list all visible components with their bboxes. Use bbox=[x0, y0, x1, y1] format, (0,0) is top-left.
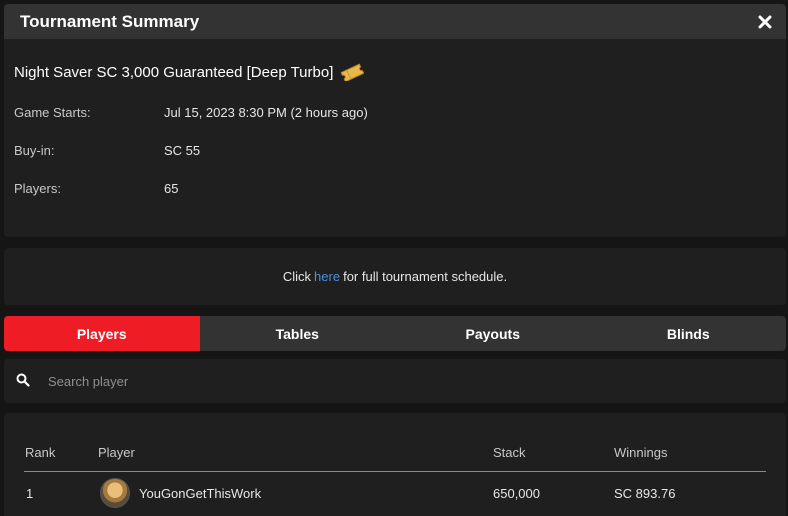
schedule-notice: Click here for full tournament schedule. bbox=[4, 248, 786, 305]
column-stack[interactable]: Stack bbox=[493, 445, 526, 460]
buy-in-label: Buy-in: bbox=[14, 143, 55, 158]
schedule-suffix: for full tournament schedule. bbox=[343, 269, 508, 284]
tournament-name-text: Night Saver SC 3,000 Guaranteed [Deep Tu… bbox=[14, 63, 334, 81]
column-winnings[interactable]: Winnings bbox=[614, 445, 667, 460]
row-rank: 1 bbox=[26, 486, 34, 501]
schedule-link[interactable]: here bbox=[314, 269, 340, 284]
row-player-name: YouGonGetThisWork bbox=[139, 486, 262, 501]
search-input[interactable] bbox=[48, 367, 768, 395]
players-table: Rank Player Stack Winnings 1 YouGonGetTh… bbox=[4, 413, 786, 516]
column-rank[interactable]: Rank bbox=[25, 445, 55, 460]
tab-bar: Players Tables Payouts Blinds bbox=[4, 316, 786, 351]
table-row[interactable]: 1 YouGonGetThisWork 650,000 SC 893.76 bbox=[24, 476, 766, 510]
modal-header: Tournament Summary bbox=[4, 4, 786, 39]
modal-title: Tournament Summary bbox=[20, 12, 200, 31]
row-stack: 650,000 bbox=[493, 486, 540, 501]
players-value: 65 bbox=[164, 181, 179, 196]
schedule-prefix: Click bbox=[282, 269, 312, 284]
column-player[interactable]: Player bbox=[98, 445, 135, 460]
close-icon[interactable] bbox=[754, 11, 776, 33]
tab-tables[interactable]: Tables bbox=[200, 316, 396, 351]
game-starts-label: Game Starts: bbox=[14, 105, 91, 120]
game-starts-value: Jul 15, 2023 8:30 PM (2 hours ago) bbox=[164, 105, 368, 120]
tournament-name: Night Saver SC 3,000 Guaranteed [Deep Tu… bbox=[14, 63, 365, 81]
search-icon bbox=[16, 373, 30, 392]
tab-players[interactable]: Players bbox=[4, 316, 200, 351]
players-label: Players: bbox=[14, 181, 61, 196]
tab-payouts[interactable]: Payouts bbox=[395, 316, 591, 351]
table-header: Rank Player Stack Winnings bbox=[24, 445, 766, 472]
buy-in-value: SC 55 bbox=[164, 143, 201, 158]
search-bar bbox=[4, 359, 786, 403]
tab-blinds[interactable]: Blinds bbox=[591, 316, 787, 351]
avatar bbox=[100, 478, 130, 508]
ticket-icon bbox=[340, 63, 365, 81]
tournament-summary-panel: Night Saver SC 3,000 Guaranteed [Deep Tu… bbox=[4, 39, 786, 237]
row-winnings: SC 893.76 bbox=[614, 486, 676, 501]
